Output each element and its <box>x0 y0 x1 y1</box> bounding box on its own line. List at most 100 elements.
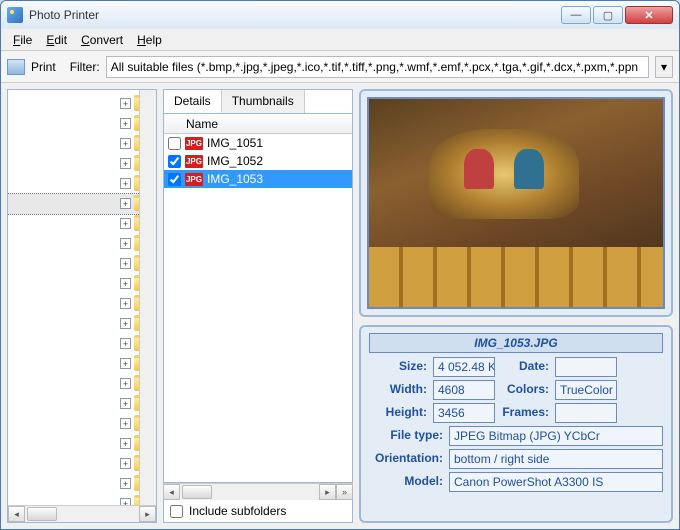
jpg-icon: JPG <box>185 173 203 186</box>
filelist-footer: Include subfolders <box>163 500 353 523</box>
expand-icon[interactable]: + <box>120 118 131 129</box>
file-row[interactable]: JPGIMG_1051 <box>164 134 352 152</box>
tree-item[interactable]: +Goog <box>8 334 156 354</box>
file-row[interactable]: JPG IMG_1052 <box>164 152 352 170</box>
tree-item[interactable]: +2014 <box>8 114 156 134</box>
tree-item[interactable]: +2014 <box>8 134 156 154</box>
maximize-button[interactable]: ▢ <box>593 6 623 24</box>
folder-tree[interactable]: +2014+2014+2014+2014+2014+2014+2014+2014… <box>7 89 157 523</box>
value-height: 3456 <box>433 403 495 423</box>
tree-item[interactable]: +Adob <box>8 294 156 314</box>
expand-icon[interactable]: + <box>120 418 131 429</box>
tree-item[interactable]: +2014 <box>8 234 156 254</box>
jpg-icon: JPG <box>185 155 203 168</box>
tree-item[interactable]: +APC V <box>8 314 156 334</box>
tree-item[interactable]: +2014 <box>8 154 156 174</box>
print-button-label[interactable]: Print <box>31 60 56 74</box>
file-checkbox[interactable] <box>168 137 181 150</box>
column-header-name[interactable]: Name <box>164 114 352 134</box>
expand-icon[interactable]: + <box>120 198 131 209</box>
tree-item[interactable]: +Наст <box>8 474 156 494</box>
expand-icon[interactable]: + <box>120 98 131 109</box>
menu-help[interactable]: Help <box>131 31 168 49</box>
file-row[interactable]: JPG IMG_1053 <box>164 170 352 188</box>
info-panel: IMG_1053.JPG Size: 4 052.48 KB Date: Wid… <box>359 325 673 523</box>
printer-icon[interactable] <box>7 59 25 75</box>
titlebar[interactable]: Photo Printer — ▢ ✕ <box>1 1 679 29</box>
expand-icon[interactable]: + <box>120 398 131 409</box>
window-title: Photo Printer <box>29 8 559 22</box>
tab-details[interactable]: Details <box>164 90 222 113</box>
label-orientation: Orientation: <box>369 449 445 469</box>
expand-icon[interactable]: + <box>120 138 131 149</box>
label-filetype: File type: <box>369 426 445 446</box>
menubar: File Edit Convert Help <box>1 29 679 51</box>
jpg-icon: JPG <box>185 137 203 150</box>
menu-convert[interactable]: Convert <box>75 31 129 49</box>
value-colors: TrueColor <box>555 380 617 400</box>
expand-icon[interactable]: + <box>120 238 131 249</box>
label-width: Width: <box>369 380 429 400</box>
include-subfolders-label: Include subfolders <box>189 504 286 518</box>
menu-file[interactable]: File <box>7 31 38 49</box>
expand-icon[interactable]: + <box>120 158 131 169</box>
info-filename: IMG_1053.JPG <box>369 333 663 353</box>
expand-icon[interactable]: + <box>120 378 131 389</box>
file-name: IMG_1052 <box>207 154 263 168</box>
expand-icon[interactable]: + <box>120 318 131 329</box>
expand-icon[interactable]: + <box>120 358 131 369</box>
value-date <box>555 357 617 377</box>
app-icon <box>7 7 23 23</box>
tree-item[interactable]: +2016 <box>8 274 156 294</box>
tree-item[interactable]: +2014 <box>8 94 156 114</box>
expand-icon[interactable]: + <box>120 278 131 289</box>
tree-item[interactable]: +Picas <box>8 354 156 374</box>
image-preview[interactable] <box>367 97 665 309</box>
right-panel: IMG_1053.JPG Size: 4 052.48 KB Date: Wid… <box>359 89 673 523</box>
expand-icon[interactable]: + <box>120 438 131 449</box>
expand-icon[interactable]: + <box>120 458 131 469</box>
expand-icon[interactable]: + <box>120 478 131 489</box>
tree-item[interactable]: +Лягу <box>8 434 156 454</box>
label-height: Height: <box>369 403 429 423</box>
tree-scrollbar-vertical[interactable] <box>139 90 156 505</box>
filter-dropdown-button[interactable]: ▾ <box>655 56 673 78</box>
label-model: Model: <box>369 472 445 492</box>
image-preview-frame <box>359 89 673 317</box>
expand-icon[interactable]: + <box>120 338 131 349</box>
file-checkbox[interactable] <box>168 155 181 168</box>
label-frames: Frames: <box>499 403 551 423</box>
content-area: +2014+2014+2014+2014+2014+2014+2014+2014… <box>1 83 679 529</box>
filelist-scrollbar-horizontal[interactable]: ◂▸» <box>163 483 353 500</box>
tree-item[interactable]: +VueS <box>8 394 156 414</box>
filter-input[interactable] <box>106 56 649 78</box>
label-date: Date: <box>499 357 551 377</box>
tree-item[interactable]: +Мои р <box>8 454 156 474</box>
tab-thumbnails[interactable]: Thumbnails <box>222 90 305 113</box>
include-subfolders-checkbox[interactable] <box>170 505 183 518</box>
tree-item[interactable]: +Виде <box>8 414 156 434</box>
expand-icon[interactable]: + <box>120 258 131 269</box>
close-button[interactable]: ✕ <box>625 6 673 24</box>
file-list[interactable]: Name JPGIMG_1051JPGIMG_1052JPGIMG_1053 <box>163 113 353 483</box>
expand-icon[interactable]: + <box>120 178 131 189</box>
value-width: 4608 <box>433 380 495 400</box>
file-panel: Details Thumbnails Name JPGIMG_1051JPGIM… <box>163 89 353 523</box>
file-checkbox[interactable] <box>168 173 181 186</box>
tree-scrollbar-horizontal[interactable]: ◂▸ <box>8 505 156 522</box>
tree-item[interactable]: +2014 <box>8 254 156 274</box>
value-model: Canon PowerShot A3300 IS <box>449 472 663 492</box>
file-name: IMG_1053 <box>207 172 263 186</box>
app-window: Photo Printer — ▢ ✕ File Edit Convert He… <box>0 0 680 530</box>
menu-edit[interactable]: Edit <box>40 31 73 49</box>
tree-item[interactable]: +Rapt <box>8 374 156 394</box>
expand-icon[interactable]: + <box>120 298 131 309</box>
minimize-button[interactable]: — <box>561 6 591 24</box>
label-colors: Colors: <box>499 380 551 400</box>
tree-item[interactable]: +2014 <box>8 214 156 234</box>
filter-label: Filter: <box>70 60 100 74</box>
expand-icon[interactable]: + <box>120 218 131 229</box>
value-size: 4 052.48 KB <box>433 357 495 377</box>
tree-item[interactable]: +2014 <box>8 194 156 214</box>
tree-item[interactable]: +2014 <box>8 174 156 194</box>
